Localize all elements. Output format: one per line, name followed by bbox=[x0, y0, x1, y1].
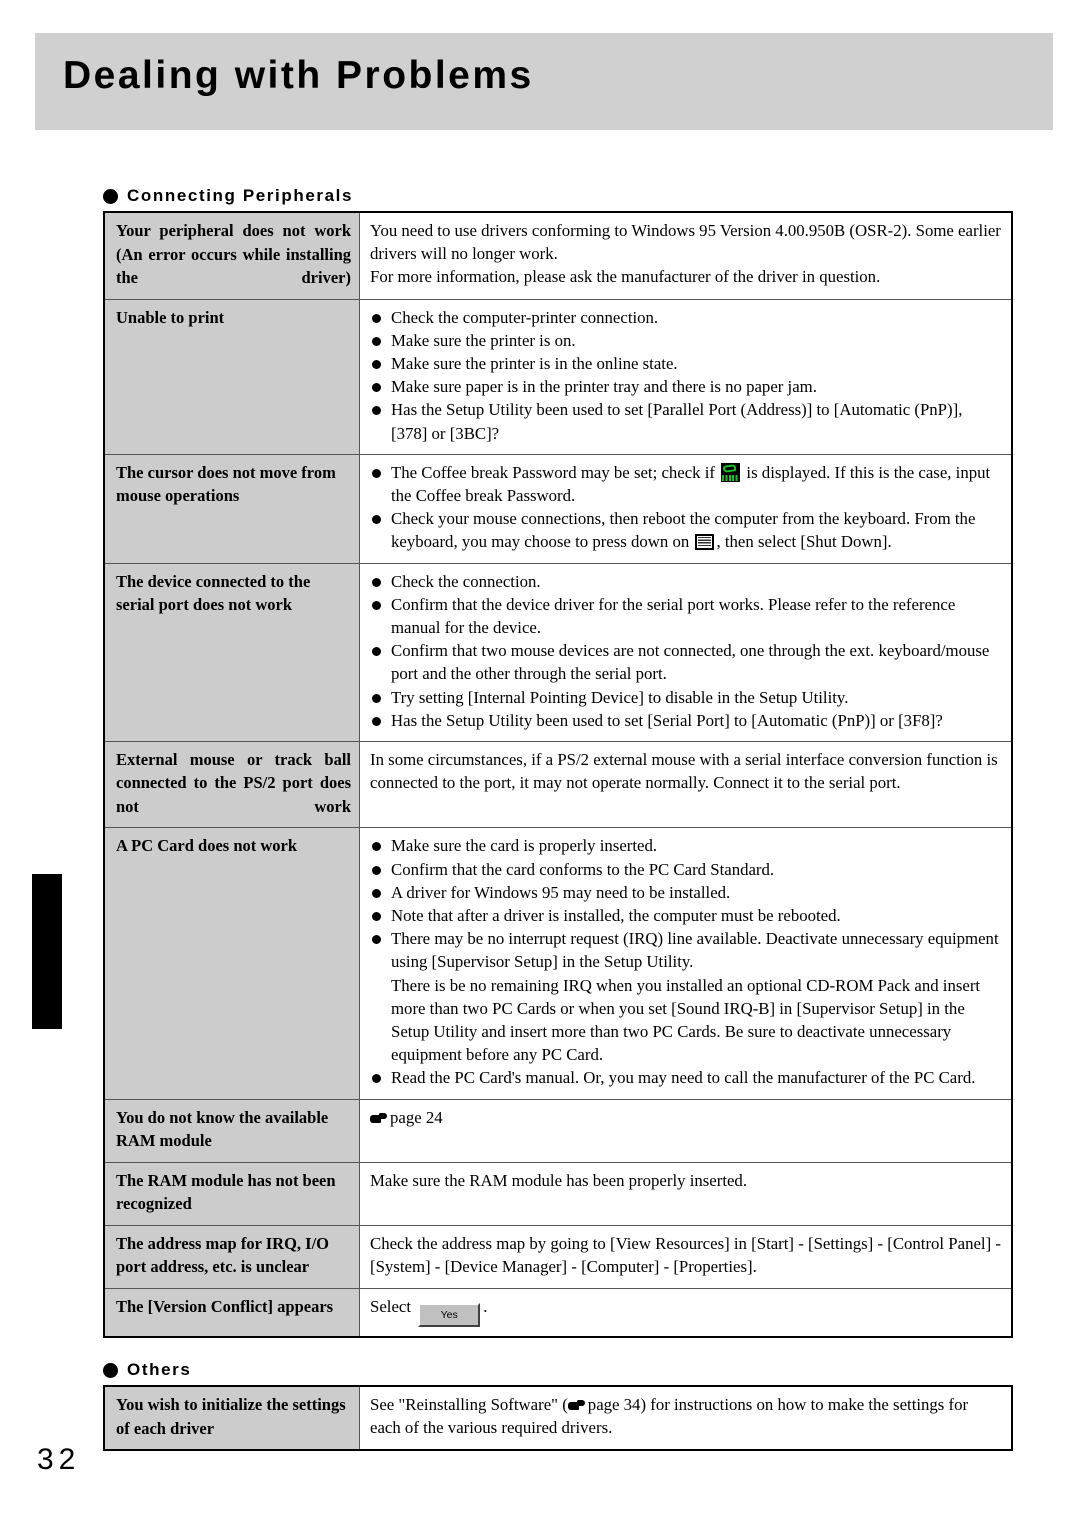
page-reference-label: page 24 bbox=[390, 1107, 443, 1127]
solution-bullet-line: Confirm that the card conforms to the PC… bbox=[391, 859, 775, 879]
section-heading-connecting-peripherals: Connecting Peripherals bbox=[103, 186, 353, 206]
solution-bullet: Confirm that two mouse devices are not c… bbox=[370, 639, 1001, 685]
symptom-cell: Unable to print bbox=[103, 298, 360, 455]
solution-bullet: Try setting [Internal Pointing Device] t… bbox=[370, 686, 1001, 709]
solution-paragraph: Check the address map by going to [View … bbox=[370, 1233, 1001, 1276]
troubleshooting-table-others: You wish to initialize the settings of e… bbox=[103, 1385, 1013, 1451]
solution-bullet: Has the Setup Utility been used to set [… bbox=[370, 398, 1001, 444]
symptom-cell: You wish to initialize the settings of e… bbox=[103, 1385, 360, 1451]
page-number: 32 bbox=[37, 1443, 81, 1476]
solution-cell: Check the computer-printer connection. Ma… bbox=[359, 298, 1013, 455]
solution-bullet: Read the PC Card's manual. Or, you may n… bbox=[370, 1066, 1001, 1089]
symptom-cell: You do not know the available RAM module bbox=[103, 1098, 360, 1163]
table-row: The cursor does not move from mouse oper… bbox=[103, 453, 1013, 564]
chapter-index-tab bbox=[32, 874, 62, 1029]
solution-cell: Check the connection. Confirm that the de… bbox=[359, 562, 1013, 742]
table-row: You do not know the available RAM module… bbox=[103, 1098, 1013, 1163]
solution-bullet-line: There is be no remaining IRQ when you in… bbox=[391, 975, 981, 1065]
solution-bullet: Check the computer-printer connection. bbox=[370, 306, 1001, 329]
solution-cell: Make sure the RAM module has been proper… bbox=[359, 1161, 1013, 1226]
page-reference[interactable]: page 24 bbox=[370, 1106, 1001, 1129]
table-row: Your peripheral does not work (An error … bbox=[103, 211, 1013, 300]
solution-bullet-line: Read the PC Card's manual. Or, you may n… bbox=[391, 1068, 976, 1088]
solution-bullet: Make sure the printer is in the online s… bbox=[370, 352, 1001, 375]
solution-cell: Check the address map by going to [View … bbox=[359, 1224, 1013, 1289]
solution-bullet: Check the connection. bbox=[370, 570, 1001, 593]
troubleshooting-table-connecting-peripherals: Your peripheral does not work (An error … bbox=[103, 211, 1013, 1338]
keyboard-icon bbox=[695, 534, 715, 551]
solution-bullet-line: Note that after a driver is installed, t… bbox=[391, 906, 841, 926]
section-heading-label: Others bbox=[127, 1360, 192, 1379]
solution-paragraph: You need to use drivers conforming to Wi… bbox=[370, 221, 1001, 264]
table-row: Unable to print Check the computer-printe… bbox=[103, 298, 1013, 455]
coffee-break-password-icon bbox=[721, 462, 741, 482]
symptom-cell: The [Version Conflict] appears bbox=[103, 1287, 360, 1338]
symptom-cell: The cursor does not move from mouse oper… bbox=[103, 453, 360, 564]
symptom-cell: A PC Card does not work bbox=[103, 827, 360, 1100]
solution-bullet: Confirm that the card conforms to the PC… bbox=[370, 858, 1001, 881]
solution-cell: You need to use drivers conforming to Wi… bbox=[359, 211, 1013, 300]
pointing-hand-icon bbox=[567, 1399, 585, 1412]
solution-paragraph: In some circumstances, if a PS/2 externa… bbox=[370, 749, 998, 793]
table-row: The [Version Conflict] appears Select Yes… bbox=[103, 1287, 1013, 1338]
solution-bullet: Make sure the printer is on. bbox=[370, 329, 1001, 352]
solution-cell: page 24 bbox=[359, 1098, 1013, 1163]
page-title: Dealing with Problems bbox=[63, 54, 534, 97]
solution-bullet: The Coffee break Password may be set; ch… bbox=[370, 461, 1001, 507]
symptom-cell: External mouse or track ball connected t… bbox=[103, 740, 360, 829]
solution-bullet: A driver for Windows 95 may need to be i… bbox=[370, 881, 1001, 904]
page-reference-label[interactable]: page 34 bbox=[588, 1395, 641, 1414]
select-suffix-label: . bbox=[483, 1296, 488, 1316]
select-prefix-label: Select bbox=[370, 1296, 412, 1316]
solution-cell: Make sure the card is properly inserted.… bbox=[359, 827, 1013, 1100]
solution-paragraph: See "Reinstalling Software" (page 34) fo… bbox=[370, 1395, 969, 1438]
symptom-cell: The address map for IRQ, I/O port addres… bbox=[103, 1224, 360, 1289]
pointing-hand-icon bbox=[370, 1112, 387, 1125]
solution-bullet: Make sure the card is properly inserted. bbox=[370, 834, 1001, 857]
table-row: The RAM module has not been recognized Ma… bbox=[103, 1161, 1013, 1226]
solution-bullet-line: There may be no interrupt request (IRQ) … bbox=[391, 929, 999, 972]
solution-bullet: There may be no interrupt request (IRQ) … bbox=[370, 927, 1001, 1066]
solution-bullet: Make sure paper is in the printer tray a… bbox=[370, 375, 1001, 398]
table-row: A PC Card does not work Make sure the car… bbox=[103, 827, 1013, 1100]
symptom-cell: The device connected to the serial port … bbox=[103, 562, 360, 742]
solution-bullet: Note that after a driver is installed, t… bbox=[370, 904, 1001, 927]
yes-button[interactable]: Yes bbox=[418, 1302, 481, 1327]
section-bullet-icon bbox=[103, 188, 118, 204]
solution-cell: See "Reinstalling Software" (page 34) fo… bbox=[359, 1385, 1013, 1451]
symptom-cell: Your peripheral does not work (An error … bbox=[103, 211, 360, 300]
table-row: External mouse or track ball connected t… bbox=[103, 740, 1013, 829]
symptom-cell: The RAM module has not been recognized bbox=[103, 1161, 360, 1226]
table-row: You wish to initialize the settings of e… bbox=[103, 1385, 1013, 1451]
solution-bullet-line: A driver for Windows 95 may need to be i… bbox=[391, 882, 731, 902]
section-heading-others: Others bbox=[103, 1360, 191, 1380]
solution-paragraph: Make sure the RAM module has been proper… bbox=[370, 1170, 748, 1190]
table-row: The device connected to the serial port … bbox=[103, 562, 1013, 742]
solution-paragraph: For more information, please ask the man… bbox=[370, 267, 881, 287]
solution-cell: In some circumstances, if a PS/2 externa… bbox=[359, 740, 1013, 829]
section-heading-label: Connecting Peripherals bbox=[127, 186, 354, 205]
solution-paragraph: Select Yes. bbox=[370, 1295, 1001, 1327]
solution-cell: Select Yes. bbox=[359, 1287, 1013, 1338]
solution-bullet-line: Make sure the card is properly inserted. bbox=[391, 836, 658, 856]
section-bullet-icon bbox=[103, 1362, 118, 1378]
table-row: The address map for IRQ, I/O port addres… bbox=[103, 1224, 1013, 1289]
solution-bullet: Check your mouse connections, then reboo… bbox=[370, 507, 1001, 553]
solution-cell: The Coffee break Password may be set; ch… bbox=[359, 453, 1013, 564]
solution-bullet: Confirm that the device driver for the s… bbox=[370, 593, 1001, 639]
solution-bullet: Has the Setup Utility been used to set [… bbox=[370, 709, 1001, 732]
